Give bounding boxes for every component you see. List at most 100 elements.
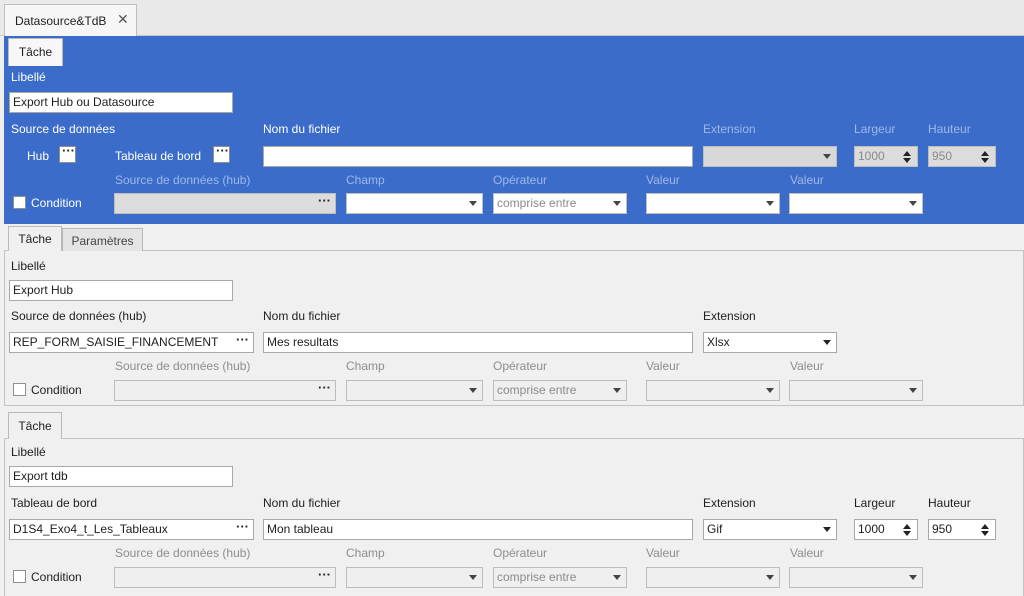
task1-condition-label: Condition	[31, 196, 82, 210]
task1-extension-label: Extension	[703, 122, 756, 136]
chevron-down-icon	[823, 527, 831, 532]
chevron-down-icon	[613, 575, 621, 580]
task2-source-input[interactable]: REP_FORM_SAISIE_FINANCEMENT ···	[9, 332, 254, 353]
task2-cond-source-input[interactable]: ···	[114, 380, 336, 401]
task3-champ-label: Champ	[346, 546, 385, 560]
task3-condition-checkbox[interactable]	[13, 570, 26, 583]
task2-extension-select[interactable]: Xlsx	[703, 332, 837, 353]
task1-valeur1-select[interactable]	[646, 193, 780, 214]
task3-operateur-label: Opérateur	[493, 546, 548, 560]
arrow-down-icon[interactable]	[981, 158, 989, 163]
task2-source-value: REP_FORM_SAISIE_FINANCEMENT	[13, 335, 219, 349]
task3-champ-select[interactable]	[346, 567, 483, 588]
task2-libelle-label: Libellé	[11, 259, 46, 273]
task1-hauteur-label: Hauteur	[928, 122, 971, 136]
task1-valeur1-label: Valeur	[646, 173, 680, 187]
task3-hauteur-spinner[interactable]: 950	[928, 519, 996, 540]
chevron-down-icon	[613, 201, 621, 206]
task1-tab-tache[interactable]: Tâche	[8, 38, 63, 66]
chevron-down-icon	[909, 575, 917, 580]
task1-hauteur-value: 950	[932, 149, 953, 163]
task3-tableau-input[interactable]: D1S4_Exo4_t_Les_Tableaux ···	[9, 519, 254, 540]
task1-hauteur-spinner[interactable]: 950	[928, 146, 996, 167]
task3-tableau-value: D1S4_Exo4_t_Les_Tableaux	[13, 522, 168, 536]
task2-valeur2-select[interactable]	[789, 380, 923, 401]
task1-operateur-label: Opérateur	[493, 173, 548, 187]
task1-hub-browse-button[interactable]: ···	[59, 143, 76, 163]
task2-libelle-input[interactable]: Export Hub	[9, 280, 233, 301]
task1-operateur-value: comprise entre	[497, 196, 577, 210]
chevron-down-icon	[766, 201, 774, 206]
arrow-down-icon[interactable]	[903, 158, 911, 163]
arrow-down-icon[interactable]	[981, 531, 989, 536]
task3-valeur2-select[interactable]	[789, 567, 923, 588]
task1-cond-source-input[interactable]: ···	[114, 193, 336, 214]
task2-valeur1-label: Valeur	[646, 359, 680, 373]
task3-nom-input[interactable]: Mon tableau	[263, 519, 693, 540]
task2-operateur-label: Opérateur	[493, 359, 548, 373]
task2-valeur1-select[interactable]	[646, 380, 780, 401]
chevron-down-icon	[823, 154, 831, 159]
task2-operateur-select[interactable]: comprise entre	[493, 380, 627, 401]
chevron-down-icon	[823, 340, 831, 345]
task1-operateur-select[interactable]: comprise entre	[493, 193, 627, 214]
document-tab[interactable]: Datasource&TdB ✕	[4, 4, 137, 36]
arrow-up-icon[interactable]	[903, 151, 911, 156]
ellipsis-icon: ···	[62, 143, 75, 158]
task3-extension-label: Extension	[703, 496, 756, 510]
task2-tab-tache[interactable]: Tâche	[8, 226, 62, 251]
task3-valeur1-label: Valeur	[646, 546, 680, 560]
task2-condition-checkbox[interactable]	[13, 383, 26, 396]
task3-condition-label: Condition	[31, 570, 82, 584]
task1-condition-checkbox[interactable]	[13, 196, 26, 209]
task3-cond-source-input[interactable]: ···	[114, 567, 336, 588]
task1-nom-label: Nom du fichier	[263, 122, 341, 136]
ellipsis-icon[interactable]: ···	[236, 333, 249, 349]
task3-tab-tache[interactable]: Tâche	[8, 412, 62, 439]
task3-libelle-input[interactable]: Export tdb	[9, 466, 233, 487]
task1-source-label: Source de données	[11, 122, 116, 136]
task2-nom-label: Nom du fichier	[263, 309, 341, 323]
task1-champ-select[interactable]	[346, 193, 483, 214]
task2-nom-input[interactable]: Mes resultats	[263, 332, 693, 353]
close-icon[interactable]: ✕	[117, 11, 129, 28]
task2-cond-source-label: Source de données (hub)	[115, 359, 251, 373]
ellipsis-icon[interactable]: ···	[318, 568, 331, 584]
task1-champ-label: Champ	[346, 173, 385, 187]
arrow-up-icon[interactable]	[981, 524, 989, 529]
task2-tab-parametres[interactable]: Paramètres	[62, 228, 143, 251]
document-tab-label: Datasource&TdB	[15, 14, 107, 28]
task3-valeur1-select[interactable]	[646, 567, 780, 588]
task1-nom-input[interactable]	[263, 146, 693, 167]
chevron-down-icon	[469, 201, 477, 206]
task1-libelle-input[interactable]: Export Hub ou Datasource	[9, 92, 233, 113]
task3-hauteur-value: 950	[932, 522, 953, 536]
task2-champ-label: Champ	[346, 359, 385, 373]
arrow-up-icon[interactable]	[981, 151, 989, 156]
task3-largeur-value: 1000	[858, 522, 885, 536]
task1-tableau-label: Tableau de bord	[115, 149, 202, 163]
chevron-down-icon	[909, 388, 917, 393]
chevron-down-icon	[469, 388, 477, 393]
chevron-down-icon	[469, 575, 477, 580]
arrow-down-icon[interactable]	[903, 531, 911, 536]
task3-operateur-select[interactable]: comprise entre	[493, 567, 627, 588]
ellipsis-icon[interactable]: ···	[236, 520, 249, 536]
task3-largeur-label: Largeur	[854, 496, 896, 510]
ellipsis-icon[interactable]: ···	[318, 194, 331, 210]
task2-champ-select[interactable]	[346, 380, 483, 401]
task1-largeur-spinner[interactable]: 1000	[854, 146, 918, 167]
task3-largeur-spinner[interactable]: 1000	[854, 519, 918, 540]
chevron-down-icon	[766, 575, 774, 580]
chevron-down-icon	[613, 388, 621, 393]
chevron-down-icon	[766, 388, 774, 393]
task3-extension-select[interactable]: Gif	[703, 519, 837, 540]
task1-extension-select[interactable]	[703, 146, 837, 167]
ellipsis-icon[interactable]: ···	[318, 381, 331, 397]
task1-valeur2-label: Valeur	[790, 173, 824, 187]
task3-valeur2-label: Valeur	[790, 546, 824, 560]
task1-tableau-browse-button[interactable]: ···	[213, 143, 230, 163]
arrow-up-icon[interactable]	[903, 524, 911, 529]
task1-valeur2-select[interactable]	[789, 193, 923, 214]
task1-hub-label: Hub	[27, 149, 50, 163]
